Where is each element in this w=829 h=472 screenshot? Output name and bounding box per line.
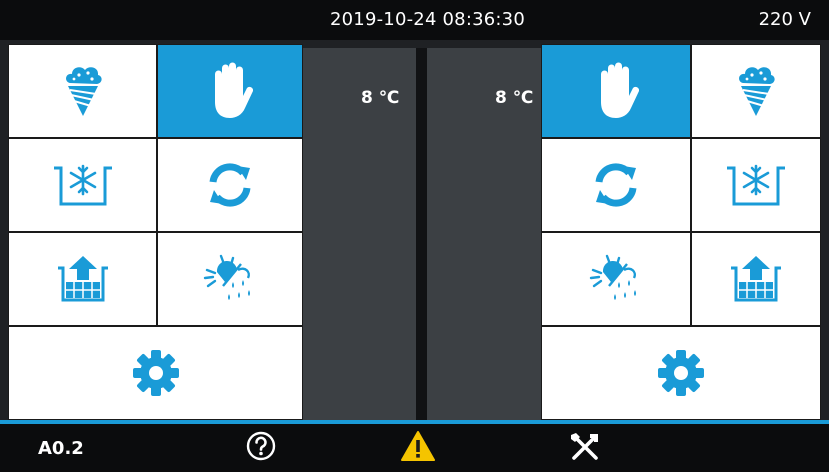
center-divider [416,48,427,420]
sun-rain-icon [589,254,636,300]
left-defrost-button[interactable] [157,232,303,326]
right-ice-cream-button[interactable] [691,44,821,138]
right-discharge-button[interactable] [691,232,821,326]
help-icon[interactable] [245,430,277,466]
main-screen: 8 ℃ 8 ℃ [0,40,829,420]
right-freeze-tank-button[interactable] [691,138,821,232]
right-settings-button[interactable] [541,326,821,420]
stop-hand-icon [215,62,253,118]
left-ice-cream-button[interactable] [8,44,157,138]
left-cycle-button[interactable] [157,138,303,232]
tank-upload-icon [731,256,781,302]
ice-cream-icon [739,67,775,116]
bottom-status-bar: A0.2 [0,420,829,472]
sun-rain-icon [203,254,250,300]
left-settings-button[interactable] [8,326,303,420]
refresh-icon [209,163,251,207]
right-defrost-button[interactable] [541,232,691,326]
stop-hand-icon [601,62,639,118]
snowflake-tank-icon [53,164,112,206]
left-freeze-tank-button[interactable] [8,138,157,232]
tools-icon[interactable] [568,430,602,466]
left-temperature: 8 ℃ [361,88,400,108]
ice-cream-icon [65,67,102,116]
date-time: 2019-10-24 08:36:30 [330,9,525,30]
right-temperature-panel: 8 ℃ [427,48,541,420]
top-status-bar: 2019-10-24 08:36:30 220 V [0,0,829,40]
voltage-readout: 220 V [758,9,811,30]
refresh-icon [595,163,637,207]
status-code: A0.2 [38,438,84,459]
left-stop-button[interactable] [157,44,303,138]
gear-icon [132,350,179,396]
left-discharge-button[interactable] [8,232,157,326]
right-cycle-button[interactable] [541,138,691,232]
right-stop-button[interactable] [541,44,691,138]
tank-upload-icon [57,256,108,302]
left-temperature-panel: 8 ℃ [303,48,417,420]
gear-icon [658,350,704,396]
warning-icon[interactable] [401,430,435,466]
snowflake-tank-icon [727,164,785,206]
right-temperature: 8 ℃ [495,88,534,108]
